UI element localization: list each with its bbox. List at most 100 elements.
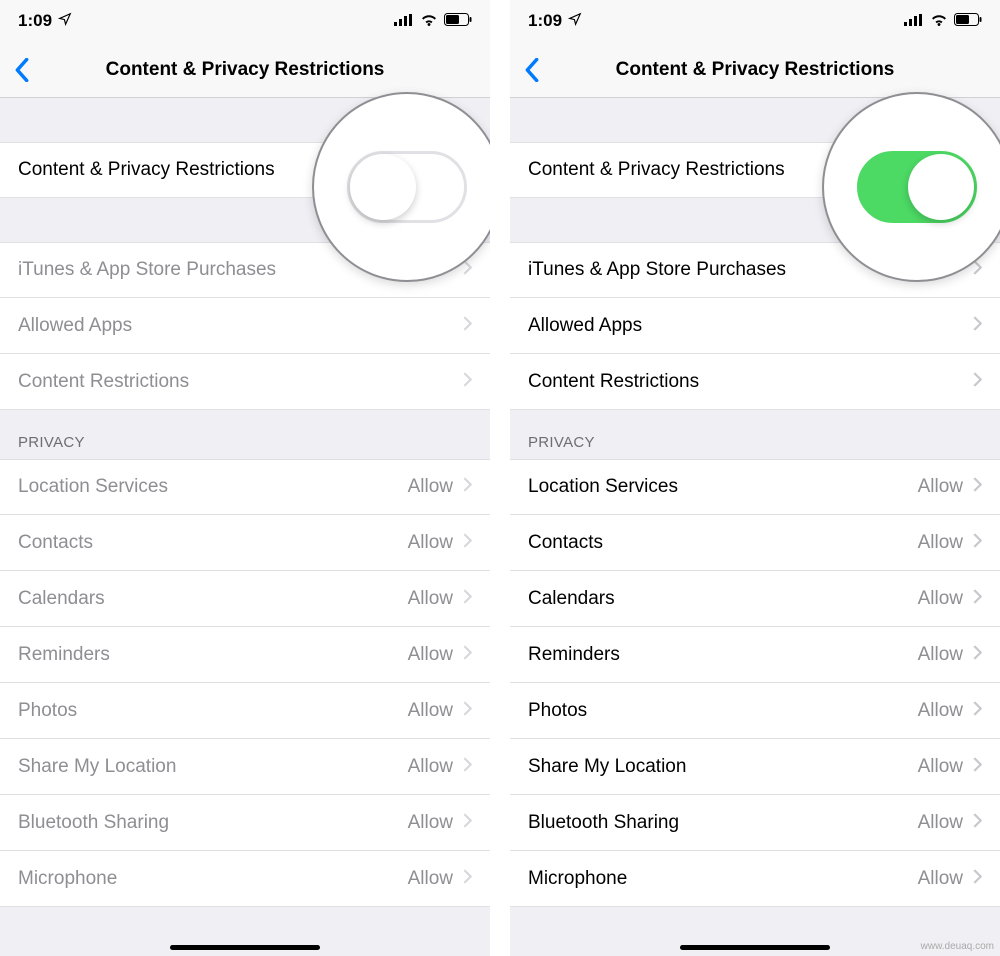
content-restrictions-cell[interactable]: Content Restrictions (510, 354, 1000, 410)
calendars-cell[interactable]: Calendars Allow (0, 571, 490, 627)
battery-icon (954, 11, 982, 31)
cell-label: Content & Privacy Restrictions (528, 159, 785, 181)
photos-cell[interactable]: Photos Allow (510, 683, 1000, 739)
wifi-icon (420, 11, 438, 31)
nav-bar: Content & Privacy Restrictions (0, 42, 490, 98)
cell-label: Location Services (528, 476, 678, 498)
reminders-cell[interactable]: Reminders Allow (0, 627, 490, 683)
back-button[interactable] (0, 48, 44, 92)
chevron-right-icon (463, 812, 472, 834)
chevron-right-icon (973, 644, 982, 666)
cell-label: Share My Location (18, 756, 176, 778)
reminders-cell[interactable]: Reminders Allow (510, 627, 1000, 683)
chevron-right-icon (973, 371, 982, 393)
chevron-right-icon (973, 756, 982, 778)
cell-value: Allow (408, 868, 453, 890)
chevron-right-icon (463, 756, 472, 778)
location-arrow-icon (568, 11, 582, 31)
nav-title: Content & Privacy Restrictions (0, 59, 490, 81)
cell-label: Contacts (528, 532, 603, 554)
cell-label: Share My Location (528, 756, 686, 778)
contacts-cell[interactable]: Contacts Allow (0, 515, 490, 571)
status-time: 1:09 (528, 11, 562, 31)
chevron-right-icon (463, 588, 472, 610)
chevron-right-icon (463, 700, 472, 722)
cell-value: Allow (408, 476, 453, 498)
home-indicator[interactable] (680, 945, 830, 950)
allowed-apps-cell[interactable]: Allowed Apps (510, 298, 1000, 354)
cell-label: Contacts (18, 532, 93, 554)
status-bar: 1:09 (510, 0, 1000, 42)
cell-value: Allow (918, 644, 963, 666)
cell-label: Calendars (528, 588, 615, 610)
wifi-icon (930, 11, 948, 31)
calendars-cell[interactable]: Calendars Allow (510, 571, 1000, 627)
share-location-cell[interactable]: Share My Location Allow (0, 739, 490, 795)
microphone-cell[interactable]: Microphone Allow (0, 851, 490, 907)
location-arrow-icon (58, 11, 72, 31)
share-location-cell[interactable]: Share My Location Allow (510, 739, 1000, 795)
bluetooth-sharing-cell[interactable]: Bluetooth Sharing Allow (510, 795, 1000, 851)
battery-icon (444, 11, 472, 31)
cellular-signal-icon (394, 11, 414, 31)
status-time: 1:09 (18, 11, 52, 31)
chevron-right-icon (973, 812, 982, 834)
cell-label: iTunes & App Store Purchases (18, 259, 276, 281)
cell-label: Bluetooth Sharing (528, 812, 679, 834)
cell-value: Allow (408, 644, 453, 666)
magnified-toggle-off (347, 151, 467, 223)
allowed-apps-cell[interactable]: Allowed Apps (0, 298, 490, 354)
cellular-signal-icon (904, 11, 924, 31)
cell-label: Content & Privacy Restrictions (18, 159, 275, 181)
cell-label: Content Restrictions (528, 371, 699, 393)
contacts-cell[interactable]: Contacts Allow (510, 515, 1000, 571)
cell-label: Allowed Apps (528, 315, 642, 337)
chevron-right-icon (973, 315, 982, 337)
cell-value: Allow (408, 532, 453, 554)
chevron-right-icon (463, 371, 472, 393)
chevron-right-icon (463, 476, 472, 498)
home-indicator[interactable] (170, 945, 320, 950)
bluetooth-sharing-cell[interactable]: Bluetooth Sharing Allow (0, 795, 490, 851)
photos-cell[interactable]: Photos Allow (0, 683, 490, 739)
toggle-knob (908, 154, 974, 220)
chevron-right-icon (463, 315, 472, 337)
magnifier-callout (822, 92, 1000, 282)
toggle-knob (350, 154, 416, 220)
chevron-right-icon (973, 532, 982, 554)
location-services-cell[interactable]: Location Services Allow (0, 459, 490, 515)
cell-label: Location Services (18, 476, 168, 498)
chevron-right-icon (463, 532, 472, 554)
cell-label: Bluetooth Sharing (18, 812, 169, 834)
back-button[interactable] (510, 48, 554, 92)
cell-label: Photos (528, 700, 587, 722)
location-services-cell[interactable]: Location Services Allow (510, 459, 1000, 515)
cell-label: Microphone (18, 868, 117, 890)
cell-value: Allow (918, 812, 963, 834)
cell-label: Allowed Apps (18, 315, 132, 337)
content-restrictions-cell[interactable]: Content Restrictions (0, 354, 490, 410)
status-bar: 1:09 (0, 0, 490, 42)
cell-label: Photos (18, 700, 77, 722)
cell-value: Allow (918, 868, 963, 890)
cell-value: Allow (918, 588, 963, 610)
magnified-toggle-on (857, 151, 977, 223)
cell-value: Allow (918, 700, 963, 722)
privacy-section-header: PRIVACY (0, 410, 490, 459)
cell-label: Microphone (528, 868, 627, 890)
nav-bar: Content & Privacy Restrictions (510, 42, 1000, 98)
cell-value: Allow (408, 756, 453, 778)
chevron-right-icon (973, 700, 982, 722)
cell-value: Allow (408, 700, 453, 722)
cell-value: Allow (408, 588, 453, 610)
cell-label: Reminders (18, 644, 110, 666)
phone-screenshot-off: 1:09 Content & Privacy Restrictions (0, 0, 490, 956)
cell-label: Calendars (18, 588, 105, 610)
cell-label: Content Restrictions (18, 371, 189, 393)
cell-label: iTunes & App Store Purchases (528, 259, 786, 281)
microphone-cell[interactable]: Microphone Allow (510, 851, 1000, 907)
magnifier-callout (312, 92, 490, 282)
cell-value: Allow (918, 756, 963, 778)
watermark: www.deuaq.com (921, 941, 994, 952)
phone-screenshot-on: 1:09 Content & Privacy Restrictions (510, 0, 1000, 956)
